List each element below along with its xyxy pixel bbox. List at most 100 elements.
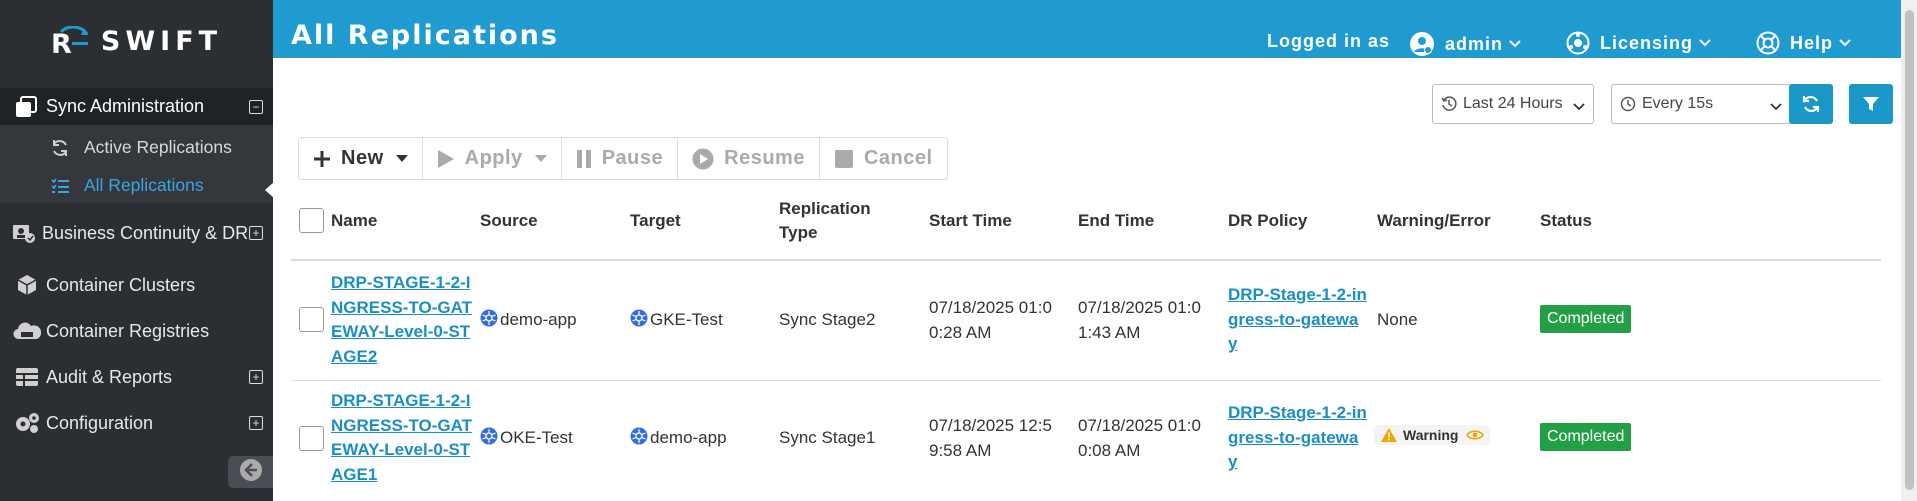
name-line: AGE2 — [331, 346, 378, 366]
column-header-name[interactable]: Name — [331, 209, 377, 233]
sidebar-item-label: Audit & Reports — [46, 366, 173, 387]
resume-button[interactable]: Resume — [678, 138, 820, 179]
sidebar-item-all-replications[interactable]: All Replications — [50, 175, 204, 196]
target-cell: demo-app — [630, 426, 727, 453]
time-range-select[interactable]: Last 24 Hours — [1432, 84, 1594, 124]
collapse-sidebar-button[interactable] — [228, 456, 273, 488]
start-time-cell: 07/18/2025 12:5 9:58 AM — [929, 414, 1052, 463]
sidebar-item-business-continuity[interactable]: Business Continuity & DR + — [0, 218, 273, 248]
refresh-icon — [1801, 94, 1821, 114]
filter-icon — [1862, 95, 1880, 113]
cube-icon — [12, 272, 42, 298]
refresh-interval-select[interactable]: Every 15s — [1611, 84, 1791, 124]
expand-section-icon[interactable]: + — [249, 370, 263, 384]
chevron-down-icon — [1770, 98, 1782, 116]
filter-button[interactable] — [1849, 84, 1893, 124]
collapse-section-icon[interactable]: − — [249, 99, 263, 114]
end-time-cell: 07/18/2025 01:0 1:43 AM — [1078, 296, 1201, 345]
column-header-dr-policy[interactable]: DR Policy — [1228, 209, 1307, 233]
svg-text:R: R — [51, 29, 72, 56]
chevron-down-icon — [1839, 36, 1851, 50]
name-line: NGRESS-TO-GAT — [331, 297, 473, 317]
column-header-replication-type[interactable]: Replication Type — [779, 197, 871, 245]
cancel-button[interactable]: Cancel — [820, 138, 947, 179]
dr-policy-link[interactable]: DRP-Stage-1-2-in gress-to-gatewa y — [1228, 401, 1367, 475]
time-line: 0:28 AM — [929, 322, 992, 342]
policy-line: DRP-Stage-1-2-in — [1228, 285, 1367, 304]
help-menu[interactable]: Help — [1756, 31, 1851, 55]
copy-icon — [12, 94, 42, 120]
vertical-scrollbar[interactable] — [1901, 0, 1917, 501]
column-header-line: Type — [779, 223, 818, 242]
warning-triangle-icon — [1380, 427, 1398, 443]
dr-policy-link[interactable]: DRP-Stage-1-2-in gress-to-gatewa y — [1228, 283, 1367, 357]
apply-button[interactable]: Apply — [423, 138, 562, 179]
select-all-checkbox[interactable] — [299, 208, 324, 233]
cloud-icon — [12, 318, 42, 344]
chevron-down-icon — [1573, 98, 1585, 116]
sidebar-item-container-clusters[interactable]: Container Clusters — [0, 270, 273, 300]
user-avatar-icon — [1409, 31, 1435, 57]
table-icon — [12, 364, 42, 390]
licensing-label: Licensing — [1600, 32, 1694, 53]
sidebar-item-container-registries[interactable]: Container Registries — [0, 316, 273, 346]
column-header-end-time[interactable]: End Time — [1078, 209, 1154, 233]
sidebar-item-configuration[interactable]: Configuration + — [0, 408, 273, 438]
time-line: 07/18/2025 01:0 — [1078, 298, 1201, 317]
column-header-start-time[interactable]: Start Time — [929, 209, 1012, 233]
target-cell: GKE-Test — [630, 308, 723, 335]
row-checkbox[interactable] — [299, 426, 324, 451]
pause-icon — [576, 149, 592, 169]
name-line: EWAY-Level-0-ST — [331, 322, 471, 341]
user-menu[interactable]: admin — [1409, 31, 1521, 57]
new-label: New — [341, 147, 384, 169]
licensing-menu[interactable]: Licensing — [1566, 31, 1711, 55]
column-header-target[interactable]: Target — [630, 209, 681, 233]
name-line: AGE1 — [331, 464, 378, 484]
kubernetes-icon — [630, 309, 648, 335]
play-circle-icon — [692, 148, 714, 170]
source-name: demo-app — [500, 310, 577, 329]
warning-error-cell: None — [1377, 310, 1418, 329]
sidebar-item-label: Business Continuity & DR — [42, 222, 249, 243]
refresh-button[interactable] — [1789, 84, 1833, 124]
new-button[interactable]: New — [299, 138, 423, 179]
sidebar-item-sync-administration[interactable]: Sync Administration − — [0, 88, 273, 125]
source-cell: OKE-Test — [480, 426, 573, 453]
replication-type-cell: Sync Stage1 — [779, 428, 876, 447]
replication-name-link[interactable]: DRP-STAGE-1-2-I NGRESS-TO-GAT EWAY-Level… — [331, 271, 472, 369]
end-time-cell: 07/18/2025 01:0 0:08 AM — [1078, 414, 1201, 463]
help-label: Help — [1790, 32, 1834, 53]
replication-name-link[interactable]: DRP-STAGE-1-2-I NGRESS-TO-GAT EWAY-Level… — [331, 389, 472, 487]
logged-in-label: Logged in as — [1267, 31, 1391, 51]
expand-section-icon[interactable]: + — [249, 226, 263, 240]
sidebar-item-label: Configuration — [46, 412, 154, 433]
time-line: 9:58 AM — [929, 440, 992, 460]
sidebar-item-active-replications[interactable]: Active Replications — [50, 137, 232, 158]
chevron-down-icon — [1699, 36, 1711, 50]
column-header-source[interactable]: Source — [480, 209, 538, 233]
eye-icon[interactable] — [1466, 429, 1485, 441]
app-logo[interactable]: R SWIFT — [0, 0, 273, 82]
time-line: 07/18/2025 12:5 — [929, 416, 1052, 435]
column-header-status[interactable]: Status — [1540, 209, 1592, 233]
sidebar: R SWIFT Sync Administration − Active Rep… — [0, 0, 274, 501]
sidebar-item-label: All Replications — [84, 175, 204, 195]
sync-admin-submenu: Active Replications All Replications — [0, 125, 273, 203]
warning-indicator[interactable]: Warning — [1374, 425, 1491, 445]
licensing-icon — [1566, 31, 1590, 55]
pause-button[interactable]: Pause — [562, 138, 679, 179]
start-time-cell: 07/18/2025 01:0 0:28 AM — [929, 296, 1052, 345]
expand-section-icon[interactable]: + — [249, 416, 263, 430]
column-header-warning-error[interactable]: Warning/Error — [1377, 209, 1491, 233]
list-check-icon — [50, 178, 70, 194]
time-line: 0:08 AM — [1078, 440, 1141, 460]
gears-icon — [12, 410, 42, 436]
sidebar-item-label: Container Registries — [46, 320, 210, 341]
page-title: All Replications — [291, 20, 559, 51]
sidebar-item-audit-reports[interactable]: Audit & Reports + — [0, 362, 273, 392]
business-continuity-icon — [8, 220, 38, 246]
row-checkbox[interactable] — [299, 307, 324, 332]
sidebar-item-label: Sync Administration — [46, 96, 205, 116]
scrollbar-thumb[interactable] — [1905, 10, 1914, 490]
